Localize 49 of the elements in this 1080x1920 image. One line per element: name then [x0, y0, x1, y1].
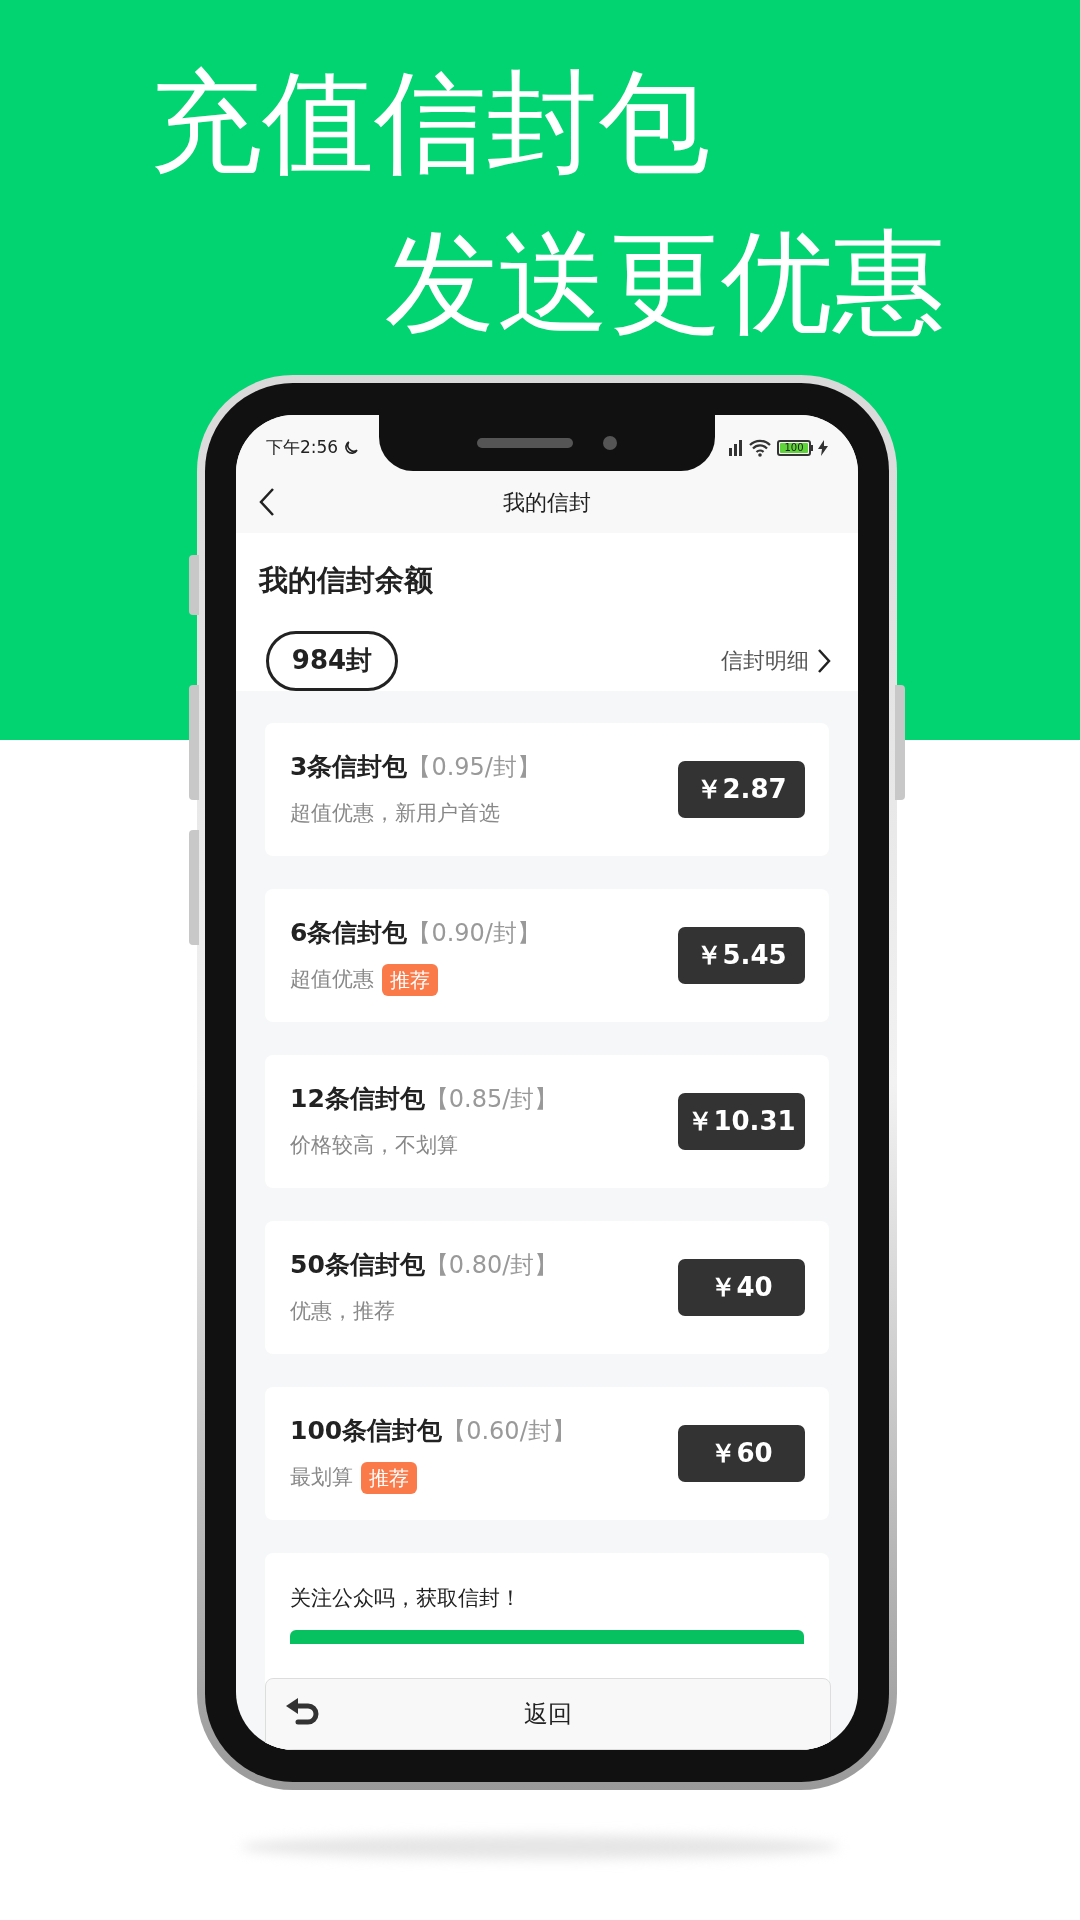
package-title: 12条信封包: [290, 1083, 425, 1116]
back-icon[interactable]: [258, 487, 276, 517]
package-card[interactable]: 6条信封包【0.90/封】 超值优惠 推荐 ￥5.45: [265, 888, 829, 1022]
recommend-tag: 推荐: [361, 1461, 417, 1494]
package-card[interactable]: 3条信封包【0.95/封】 超值优惠，新用户首选 ￥2.87: [265, 722, 829, 856]
package-card[interactable]: 50条信封包【0.80/封】 优惠，推荐 ￥40: [265, 1220, 829, 1354]
unit-price: 【0.90/封】: [407, 918, 541, 950]
package-title: 3条信封包: [290, 751, 408, 784]
unit-price: 【0.60/封】: [442, 1416, 576, 1448]
package-subtitle: 价格较高，不划算: [290, 1132, 458, 1159]
unit-price: 【0.80/封】: [424, 1250, 559, 1282]
headline: 充值信封包: [150, 62, 711, 182]
unit-price: 【0.95/封】: [407, 752, 541, 784]
bottom-bar[interactable]: 返回: [265, 1678, 831, 1750]
detail-link[interactable]: 信封明细: [721, 644, 831, 677]
status-time: 下午2:56: [266, 436, 339, 460]
price-button[interactable]: ￥40: [678, 1258, 805, 1316]
package-subtitle: 超值优惠，新用户首选: [290, 800, 500, 827]
side-button[interactable]: [189, 830, 199, 945]
package-title: 100条信封包: [290, 1415, 443, 1448]
package-card[interactable]: 12条信封包【0.85/封】 价格较高，不划算 ￥10.31: [265, 1054, 829, 1188]
price-button[interactable]: ￥10.31: [678, 1092, 805, 1150]
price-button[interactable]: ￥5.45: [678, 926, 805, 984]
side-button[interactable]: [895, 685, 905, 800]
headline: 发送更优惠: [385, 222, 946, 342]
wifi-icon: [748, 439, 772, 457]
charging-icon: [818, 440, 828, 456]
page-title: 我的信封: [503, 488, 591, 517]
balance-heading: 我的信封余额: [259, 562, 434, 599]
moon-icon: [342, 439, 361, 457]
chevron-right-icon: [817, 647, 831, 674]
unit-price: 【0.85/封】: [424, 1084, 559, 1116]
package-subtitle: 优惠，推荐: [290, 1298, 395, 1325]
balance-count: 984封: [266, 630, 398, 691]
signal-icon: [729, 440, 743, 456]
price-button[interactable]: ￥2.87: [678, 760, 805, 818]
side-button[interactable]: [189, 555, 199, 615]
package-subtitle: 超值优惠: [290, 966, 374, 993]
package-title: 6条信封包: [290, 917, 408, 950]
package-card[interactable]: 100条信封包【0.60/封】 最划算 推荐 ￥60: [265, 1386, 829, 1520]
package-subtitle: 最划算: [290, 1464, 353, 1491]
package-title: 50条信封包: [290, 1249, 425, 1282]
side-button[interactable]: [189, 685, 199, 800]
bottom-bar-label: 返回: [524, 1699, 572, 1730]
follow-button[interactable]: [290, 1630, 804, 1644]
recommend-tag: 推荐: [382, 963, 438, 996]
follow-text: 关注公众吗，获取信封！: [290, 1584, 522, 1612]
battery-level: 100: [784, 443, 804, 453]
price-button[interactable]: ￥60: [678, 1424, 805, 1482]
